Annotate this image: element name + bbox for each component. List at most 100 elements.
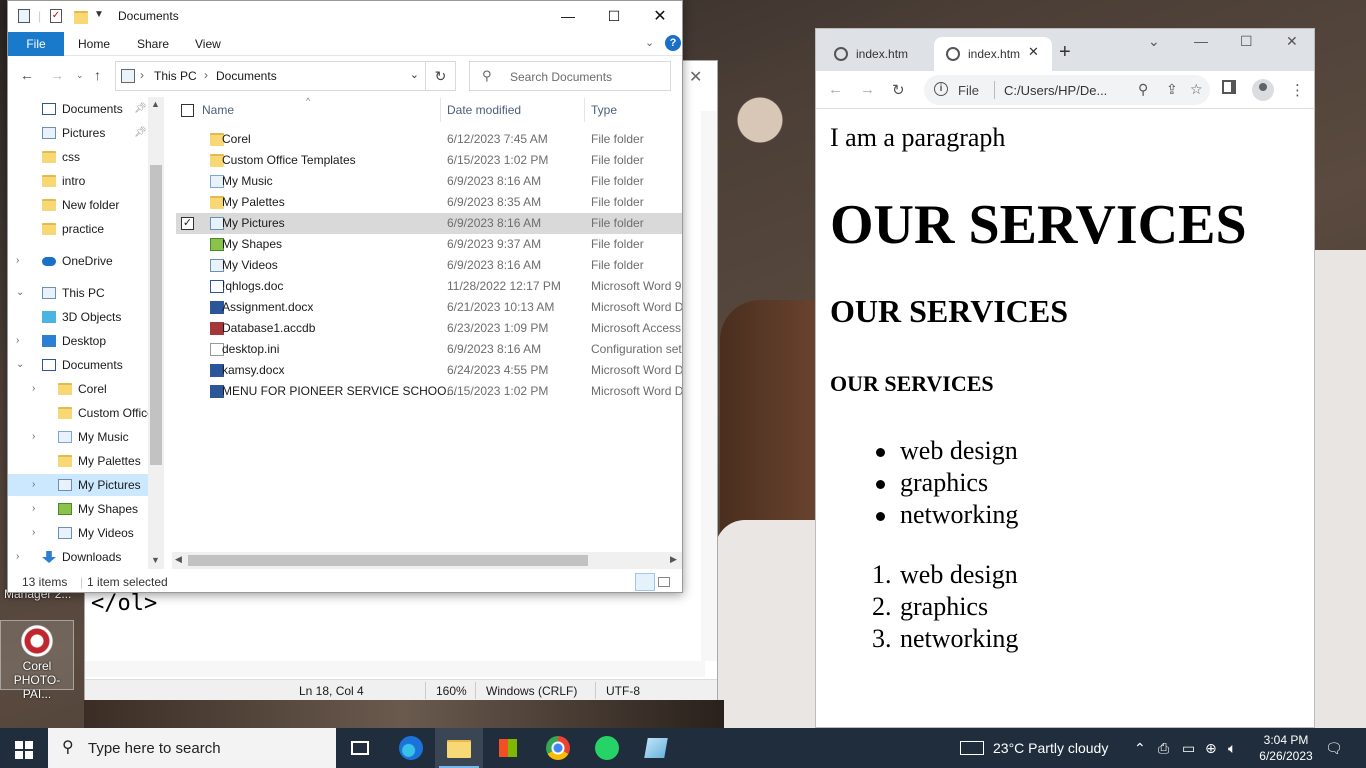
forward-arrow-icon[interactable]: → bbox=[860, 81, 875, 98]
table-row[interactable]: My Shapes 6/9/2023 9:37 AM File folder bbox=[176, 234, 682, 255]
sidebar-item-pictures[interactable]: Pictures 📌︎ bbox=[8, 122, 150, 144]
sidebar-item-intro[interactable]: intro bbox=[8, 170, 150, 192]
scrollbar-thumb[interactable] bbox=[150, 165, 162, 465]
address-field[interactable]: › This PC › Documents ⌄ bbox=[115, 61, 426, 91]
maximize-button[interactable]: ☐ bbox=[1240, 33, 1253, 50]
breadcrumb-this-pc[interactable]: This PC bbox=[154, 69, 197, 83]
sidebar-item-desktop[interactable]: › Desktop bbox=[8, 330, 150, 352]
chrome-app[interactable] bbox=[534, 728, 582, 768]
microsoft-store-app[interactable] bbox=[484, 728, 532, 768]
notepad-vertical-scrollbar[interactable] bbox=[701, 111, 717, 661]
sidebar-item-this-pc[interactable]: ⌄ This PC bbox=[8, 282, 150, 304]
sidebar-item-my-videos[interactable]: › My Videos bbox=[8, 522, 150, 544]
sidebar-item-documents[interactable]: ⌄ Documents bbox=[8, 354, 150, 376]
tab-file[interactable]: File bbox=[8, 32, 64, 56]
sidebar-item-3d-objects[interactable]: 3D Objects bbox=[8, 306, 150, 328]
menu-dots-icon[interactable]: ⋮ bbox=[1290, 81, 1305, 99]
back-arrow-icon[interactable]: ← bbox=[20, 67, 34, 83]
sidebar-item-practice[interactable]: practice bbox=[8, 218, 150, 240]
breadcrumb-documents[interactable]: Documents bbox=[216, 69, 277, 83]
sidebar-item-css[interactable]: css bbox=[8, 146, 150, 168]
customize-quick-access-icon[interactable]: ▼ bbox=[94, 9, 104, 20]
notepad-horizontal-scrollbar[interactable] bbox=[85, 661, 705, 677]
chevron-down-icon[interactable]: ⌄ bbox=[16, 282, 24, 304]
table-row[interactable]: Assignment.docx 6/21/2023 10:13 AM Microso… bbox=[176, 297, 682, 318]
expand-ribbon-icon[interactable]: ⌄ bbox=[645, 36, 654, 49]
side-panel-icon[interactable] bbox=[1222, 80, 1236, 94]
chevron-right-icon[interactable]: › bbox=[32, 522, 35, 544]
scroll-up-icon[interactable]: ▲ bbox=[151, 99, 160, 109]
navigation-pane-scrollbar[interactable]: ▲ ▼ bbox=[148, 97, 164, 569]
omnibox[interactable]: i File C:/Users/HP/De... ⚲ ⇪ ☆ bbox=[924, 75, 1210, 105]
close-tab-icon[interactable]: ✕ bbox=[1028, 44, 1039, 60]
recent-locations-icon[interactable]: ⌄ bbox=[76, 70, 84, 81]
search-box[interactable]: ⚲ Search Documents bbox=[469, 61, 671, 91]
breadcrumb-separator-icon[interactable]: › bbox=[140, 68, 144, 82]
table-row[interactable]: My Videos 6/9/2023 8:16 AM File folder bbox=[176, 255, 682, 276]
show-hidden-icons-icon[interactable]: ⌃ bbox=[1134, 740, 1146, 757]
minimize-button[interactable]: — bbox=[1194, 33, 1208, 49]
column-header-name[interactable]: Name bbox=[202, 96, 234, 124]
sidebar-item-my-shapes[interactable]: › My Shapes bbox=[8, 498, 150, 520]
site-info-icon[interactable]: i bbox=[934, 82, 948, 96]
chevron-right-icon[interactable]: › bbox=[32, 426, 35, 448]
desktop-icon-corel-photopaint[interactable]: Corel PHOTO-PAI... bbox=[0, 620, 74, 701]
chevron-right-icon[interactable]: › bbox=[16, 330, 19, 352]
chevron-right-icon[interactable]: › bbox=[32, 378, 35, 400]
sidebar-item-corel[interactable]: › Corel bbox=[8, 378, 150, 400]
weather-icon[interactable] bbox=[960, 741, 984, 755]
close-button[interactable]: ✕ bbox=[1286, 33, 1298, 50]
zoom-icon[interactable]: ⚲ bbox=[1138, 81, 1148, 98]
sidebar-item-downloads[interactable]: › Downloads bbox=[8, 546, 150, 568]
sidebar-item-new-folder[interactable]: New folder bbox=[8, 194, 150, 216]
forward-arrow-icon[interactable]: → bbox=[50, 67, 64, 83]
table-row[interactable]: kamsy.docx 6/24/2023 4:55 PM Microsoft Wor… bbox=[176, 360, 682, 381]
browser-tab-1[interactable]: index.htm bbox=[822, 37, 940, 71]
select-all-checkbox[interactable] bbox=[181, 104, 194, 117]
chevron-right-icon[interactable]: › bbox=[16, 546, 19, 568]
taskbar-search-box[interactable]: ⚲ Type here to search bbox=[48, 728, 336, 768]
profile-avatar-icon[interactable] bbox=[1252, 79, 1274, 101]
table-row[interactable]: Custom Office Templates 6/15/2023 1:02 PM… bbox=[176, 150, 682, 171]
notepad-code-text[interactable]: </ol> bbox=[91, 591, 157, 616]
volume-icon[interactable]: 🔈︎ bbox=[1228, 740, 1236, 757]
address-dropdown-icon[interactable]: ⌄ bbox=[410, 68, 419, 81]
sidebar-item-onedrive[interactable]: › OneDrive bbox=[8, 250, 150, 272]
maximize-button[interactable]: ☐ bbox=[591, 1, 637, 32]
notepad-close-icon[interactable]: ✕ bbox=[689, 67, 702, 87]
file-list-horizontal-scrollbar[interactable]: ◀ ▶ bbox=[172, 552, 682, 569]
breadcrumb-separator-icon[interactable]: › bbox=[204, 68, 208, 82]
scrollbar-thumb[interactable] bbox=[188, 555, 588, 566]
sidebar-item-my-music[interactable]: › My Music bbox=[8, 426, 150, 448]
task-view-button[interactable] bbox=[336, 728, 384, 768]
new-folder-icon[interactable] bbox=[74, 11, 88, 24]
network-globe-icon[interactable]: ⊕ bbox=[1205, 740, 1217, 757]
table-row[interactable]: Corel 6/12/2023 7:45 AM File folder bbox=[176, 129, 682, 150]
scroll-right-icon[interactable]: ▶ bbox=[670, 554, 677, 565]
chevron-down-icon[interactable]: ⌄ bbox=[16, 354, 24, 376]
column-header-date[interactable]: Date modified bbox=[447, 96, 521, 124]
table-row[interactable]: ✓ My Pictures 6/9/2023 8:16 AM File folder bbox=[176, 213, 682, 234]
large-icons-view-icon[interactable] bbox=[658, 577, 670, 587]
chevron-right-icon[interactable]: › bbox=[32, 474, 35, 496]
edge-app[interactable] bbox=[387, 728, 435, 768]
sidebar-item-my-palettes[interactable]: My Palettes bbox=[8, 450, 150, 472]
tab-search-icon[interactable]: ⌄ bbox=[1148, 33, 1160, 50]
sidebar-item-my-pictures[interactable]: › My Pictures bbox=[8, 474, 150, 496]
battery-icon[interactable]: ▭ bbox=[1182, 740, 1195, 757]
sidebar-item-custom-office[interactable]: Custom Office bbox=[8, 402, 154, 424]
scroll-left-icon[interactable]: ◀ bbox=[175, 554, 182, 565]
url-text[interactable]: C:/Users/HP/De... bbox=[1004, 83, 1132, 98]
bookmark-star-icon[interactable]: ☆ bbox=[1190, 81, 1203, 98]
start-button[interactable] bbox=[0, 728, 48, 768]
file-explorer-app[interactable] bbox=[435, 728, 483, 768]
column-header-type[interactable]: Type bbox=[591, 96, 617, 124]
tab-home[interactable]: Home bbox=[78, 37, 110, 51]
close-button[interactable]: ✕ bbox=[637, 1, 683, 32]
row-checkbox[interactable]: ✓ bbox=[181, 217, 194, 230]
refresh-button[interactable]: ↻ bbox=[426, 61, 456, 91]
sidebar-item-documents[interactable]: Documents 📌︎ bbox=[8, 98, 150, 120]
tab-view[interactable]: View bbox=[195, 37, 221, 51]
table-row[interactable]: My Palettes 6/9/2023 8:35 AM File folder bbox=[176, 192, 682, 213]
clock[interactable]: 3:04 PM 6/26/2023 bbox=[1254, 732, 1318, 764]
